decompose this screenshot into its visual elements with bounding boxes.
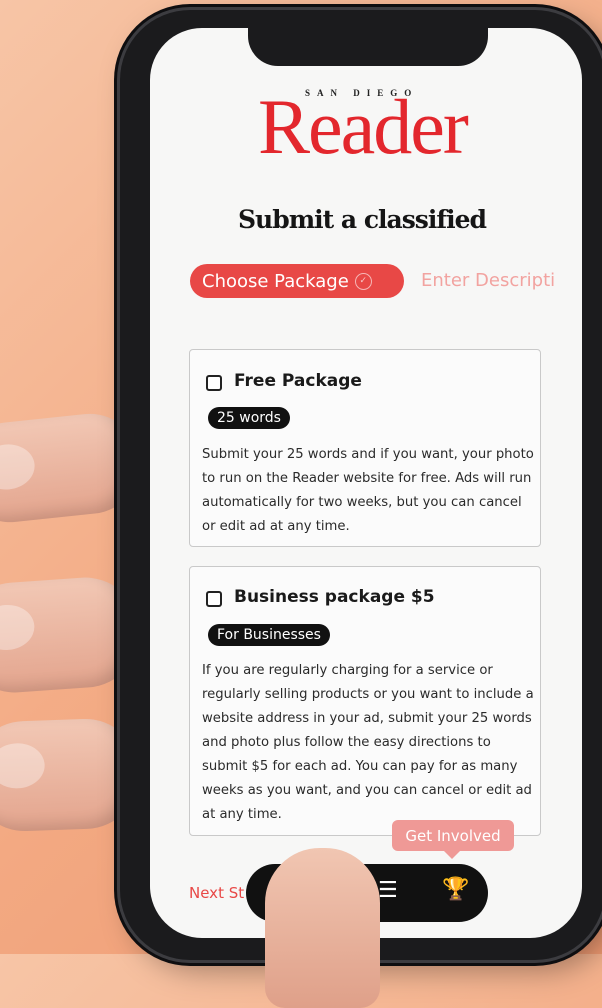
check-icon: ✓ [354,272,372,290]
step-choose-package[interactable]: Choose Package ✓ [190,264,404,298]
package-description: If you are regularly charging for a serv… [202,663,534,822]
next-step-button[interactable]: Next St [189,884,244,902]
package-title: Free Package [234,371,362,391]
package-badge: For Businesses [208,624,330,646]
get-involved-tooltip[interactable]: Get Involved [392,820,514,859]
thumb [265,848,380,1008]
step-enter-description[interactable]: Enter Descripti [421,270,555,291]
package-card-free[interactable]: Free Package 25 words Submit your 25 wor… [189,349,541,547]
package-checkbox[interactable] [206,591,222,607]
step-label: Choose Package [202,270,349,292]
package-checkbox[interactable] [206,375,222,391]
reader-logo[interactable]: Reader [258,82,469,172]
page-title: Submit a classified [238,205,487,234]
menu-icon[interactable]: ☰ [378,878,398,903]
package-title: Business package $5 [234,587,435,607]
package-card-business[interactable]: Business package $5 For Businesses If yo… [189,566,541,836]
package-description: Submit your 25 words and if you want, yo… [202,447,534,534]
trophy-icon[interactable]: 🏆 [442,877,469,902]
phone-notch [248,20,488,66]
package-badge: 25 words [208,407,290,429]
